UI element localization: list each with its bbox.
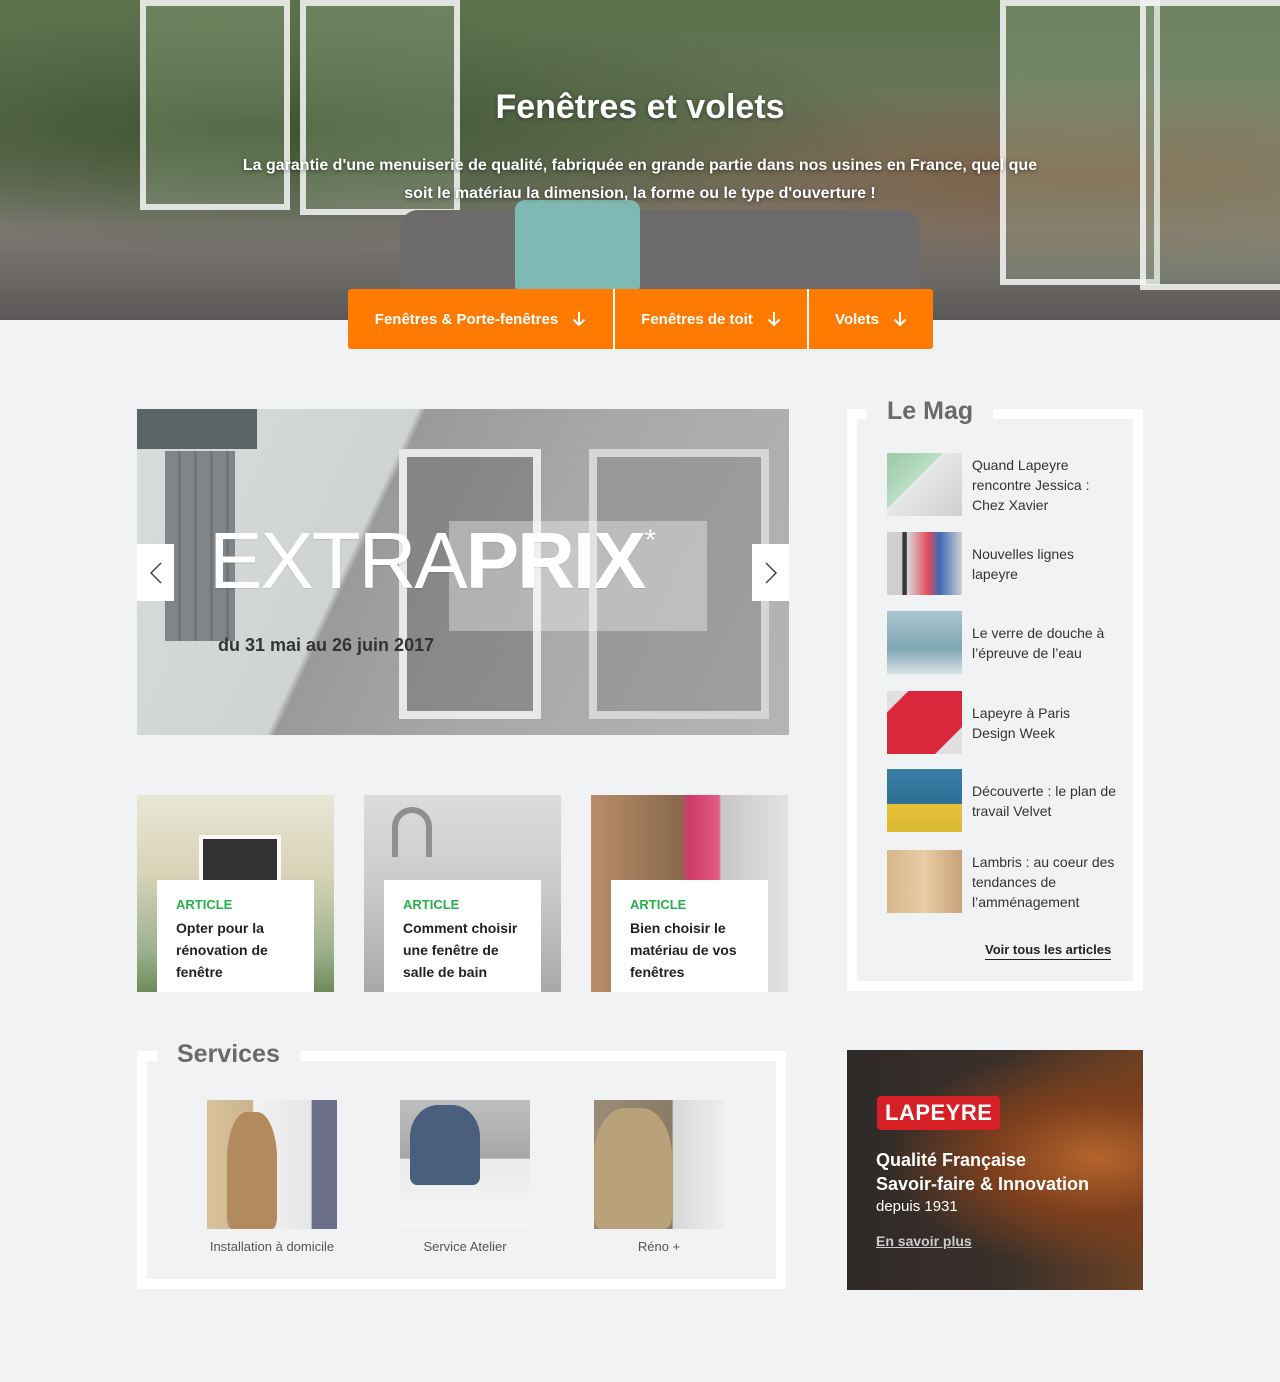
- chevron-right-icon: [764, 561, 777, 584]
- mag-thumbnail: [887, 691, 962, 754]
- mag-item-label: Découverte : le plan de travail Velvet: [972, 782, 1116, 819]
- service-image: [594, 1100, 724, 1229]
- service-person: [410, 1105, 480, 1185]
- promo-line-3: depuis 1931: [876, 1198, 958, 1215]
- arrow-down-icon: [767, 312, 781, 327]
- service-label: Installation à domicile: [209, 1239, 335, 1254]
- carousel-title-bold: PRIX: [465, 516, 647, 605]
- service-reno-plus[interactable]: Réno +: [594, 1100, 724, 1254]
- service-image: [400, 1100, 530, 1229]
- carousel-prev-button[interactable]: [137, 544, 174, 601]
- mag-item-label: Le verre de douche à l’épreuve de l’eau: [972, 624, 1105, 661]
- carousel-title-mark: *: [644, 524, 656, 557]
- mag-item[interactable]: Lapeyre à Paris Design Week: [887, 691, 1117, 754]
- mag-title: Le Mag: [887, 397, 974, 425]
- hero-cushion: [515, 200, 640, 295]
- mag-thumbnail: [887, 611, 962, 674]
- service-image: [207, 1100, 337, 1229]
- see-all-articles-link[interactable]: Voir tous les articles: [985, 942, 1112, 960]
- carousel-next-button[interactable]: [752, 544, 789, 601]
- mag-item[interactable]: Le verre de douche à l’épreuve de l’eau: [887, 611, 1117, 674]
- hero-subtitle: La garantie d'une menuiserie de qualité,…: [242, 157, 1038, 202]
- mag-item[interactable]: Nouvelles lignes lapeyre: [887, 532, 1117, 595]
- arrow-down-icon: [572, 312, 586, 327]
- mag-item-label: Lambris : au coeur des tendances de l’am…: [972, 853, 1115, 910]
- service-installation[interactable]: Installation à domicile: [207, 1100, 337, 1254]
- page-title: Fenêtres et volets: [495, 88, 785, 126]
- article-card-body: ARTICLE Bien choisir le matériau de vos …: [611, 880, 768, 992]
- services-heading: Services: [157, 1037, 300, 1071]
- article-card[interactable]: ARTICLE Opter pour la rénovation de fenê…: [137, 795, 334, 992]
- hero-window-right: [1000, 0, 1160, 285]
- mag-item[interactable]: Lambris : au coeur des tendances de l’am…: [887, 850, 1117, 913]
- volets-button[interactable]: Volets: [807, 289, 933, 349]
- category-buttons: Fenêtres & Porte-fenêtres Fenêtres de to…: [348, 289, 933, 349]
- mag-item[interactable]: Quand Lapeyre rencontre Jessica : Chez X…: [887, 453, 1117, 516]
- mag-thumbnail: [887, 532, 962, 595]
- article-card-body: ARTICLE Opter pour la rénovation de fenê…: [157, 880, 314, 992]
- promo-line-2: Savoir-faire & Innovation: [876, 1174, 1090, 1194]
- fenetres-porte-fenetres-label: Fenêtres & Porte-fenêtres: [374, 310, 559, 328]
- hero-window-far-right: [1140, 0, 1280, 290]
- mag-item-label: Lapeyre à Paris Design Week: [972, 704, 1071, 741]
- service-label: Réno +: [637, 1239, 681, 1254]
- service-atelier[interactable]: Service Atelier: [400, 1100, 530, 1254]
- promo-line-1: Qualité Française: [876, 1150, 1027, 1170]
- carousel-title: EXTRAPRIX*: [209, 521, 656, 601]
- article-image-tap: [392, 807, 432, 857]
- article-card-body: ARTICLE Comment choisir une fenêtre de s…: [384, 880, 541, 992]
- article-title[interactable]: Bien choisir le matériau de vos fenêtres: [630, 917, 749, 983]
- promo-carousel[interactable]: EXTRAPRIX* du 31 mai au 26 juin 2017: [137, 409, 789, 735]
- fenetres-de-toit-button[interactable]: Fenêtres de toit: [613, 289, 807, 349]
- brand-promo[interactable]: LAPEYRE Qualité Française Savoir-faire &…: [847, 1050, 1143, 1290]
- services-title: Services: [177, 1040, 280, 1068]
- volets-label: Volets: [835, 310, 879, 328]
- article-tag: ARTICLE: [403, 897, 460, 912]
- mag-item[interactable]: Découverte : le plan de travail Velvet: [887, 769, 1117, 832]
- mag-heading: Le Mag: [867, 395, 994, 427]
- carousel-title-light: EXTRA: [209, 516, 468, 605]
- fenetres-de-toit-label: Fenêtres de toit: [641, 310, 753, 328]
- article-title[interactable]: Opter pour la rénovation de fenêtre: [176, 917, 295, 983]
- fenetres-porte-fenetres-button[interactable]: Fenêtres & Porte-fenêtres: [348, 289, 613, 349]
- learn-more-link[interactable]: En savoir plus: [876, 1233, 972, 1249]
- article-tag: ARTICLE: [176, 897, 233, 912]
- mag-item-label: Quand Lapeyre rencontre Jessica : Chez X…: [972, 456, 1090, 513]
- article-card[interactable]: ARTICLE Comment choisir une fenêtre de s…: [364, 795, 561, 992]
- article-tag: ARTICLE: [630, 897, 687, 912]
- mag-item-label: Nouvelles lignes lapeyre: [972, 545, 1074, 582]
- mag-thumbnail: [887, 769, 962, 832]
- lapeyre-logo: LAPEYRE: [877, 1096, 1001, 1130]
- service-person: [227, 1112, 277, 1229]
- carousel-awning: [137, 409, 257, 449]
- article-card[interactable]: ARTICLE Bien choisir le matériau de vos …: [591, 795, 788, 992]
- hero-banner: Fenêtres et volets La garantie d'une men…: [0, 0, 1280, 320]
- article-title[interactable]: Comment choisir une fenêtre de salle de …: [403, 917, 522, 983]
- arrow-down-icon: [893, 312, 907, 327]
- article-image-window: [199, 835, 281, 885]
- mag-thumbnail: [887, 453, 962, 516]
- service-label: Service Atelier: [423, 1239, 507, 1254]
- mag-thumbnail: [887, 850, 962, 913]
- carousel-dates: du 31 mai au 26 juin 2017: [218, 635, 435, 655]
- service-person: [594, 1108, 672, 1229]
- chevron-left-icon: [149, 561, 162, 584]
